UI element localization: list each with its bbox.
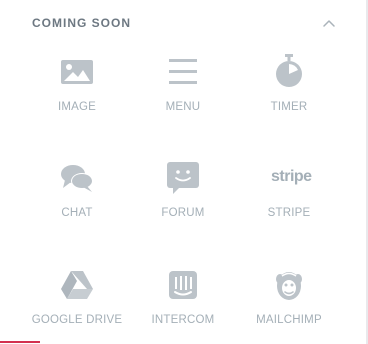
chat-bubbles-icon	[59, 160, 95, 196]
stripe-logo-icon: stripe	[271, 168, 312, 185]
widget-label: INTERCOM	[151, 314, 215, 326]
widget-label: CHAT	[61, 207, 93, 219]
google-drive-icon	[59, 267, 95, 303]
widget-stripe[interactable]: stripe STRIPE	[234, 154, 344, 244]
widget-label: FORUM	[161, 207, 205, 219]
widget-menu[interactable]: MENU	[128, 48, 238, 138]
widget-chat[interactable]: CHAT	[22, 154, 132, 244]
widget-mailchimp[interactable]: MAILCHIMP	[234, 261, 344, 344]
intercom-icon	[165, 267, 201, 303]
widget-google-drive[interactable]: GOOGLE DRIVE	[22, 261, 132, 344]
widget-forum[interactable]: FORUM	[128, 154, 238, 244]
widget-intercom[interactable]: INTERCOM	[128, 261, 238, 344]
widget-image[interactable]: IMAGE	[22, 48, 132, 138]
chevron-up-icon[interactable]	[320, 14, 338, 32]
forum-icon	[165, 160, 201, 196]
menu-icon	[165, 54, 201, 90]
widget-label: STRIPE	[267, 207, 311, 219]
widget-label: MAILCHIMP	[256, 314, 322, 326]
widget-label: GOOGLE DRIVE	[31, 314, 123, 326]
mailchimp-icon	[271, 267, 307, 303]
widget-timer[interactable]: TIMER	[234, 48, 344, 138]
section-header[interactable]: COMING SOON	[32, 14, 338, 34]
image-icon	[59, 54, 95, 90]
widget-label: IMAGE	[57, 101, 97, 113]
widget-label: TIMER	[270, 101, 308, 113]
stopwatch-icon	[271, 54, 307, 90]
widget-label: MENU	[165, 101, 201, 113]
widget-panel: COMING SOON IMAGE MENU TIMER CHAT FORUM …	[0, 0, 368, 344]
section-title: COMING SOON	[32, 16, 132, 30]
active-tab-indicator	[0, 341, 40, 343]
